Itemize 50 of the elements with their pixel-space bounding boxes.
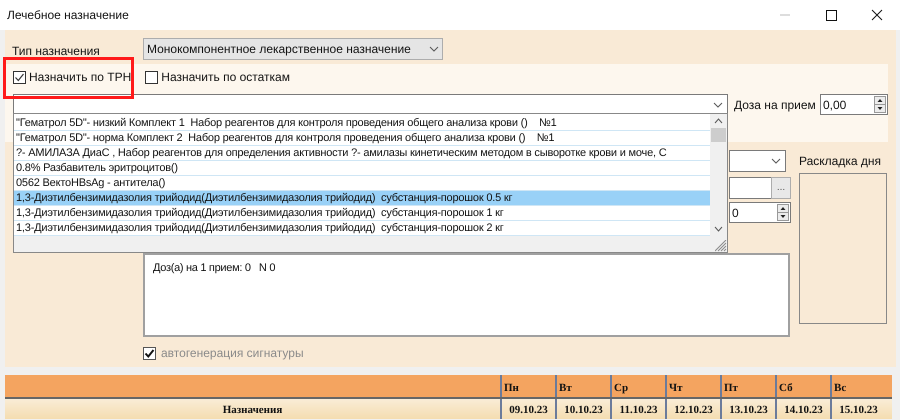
checkbox[interactable]	[145, 70, 158, 84]
chevron-down-icon	[713, 102, 723, 108]
chevron-down-icon	[429, 46, 439, 52]
signature-text: Доз(а) на 1 прием: 0 N 0	[153, 262, 276, 274]
day-header: Сб	[775, 375, 830, 397]
date-cell: 12.10.23	[665, 399, 720, 419]
resize-grip-icon[interactable]	[715, 240, 727, 252]
chevron-down-icon	[771, 158, 781, 164]
day-layout-label: Раскладка дня	[799, 153, 882, 170]
date-cell: 11.10.23	[610, 399, 665, 419]
browse-button[interactable]: ...	[771, 177, 791, 199]
window-title: Лечебное назначение	[7, 7, 129, 24]
row-label: Назначения	[222, 403, 284, 418]
list-item[interactable]: 0.8% Разбавитель эритроцитов()	[14, 161, 710, 176]
signature-textarea[interactable]: Доз(а) на 1 прием: 0 N 0	[143, 253, 790, 337]
date-cell: 09.10.23	[500, 399, 555, 419]
list-item[interactable]: 1,3-Диэтилбензимидазолия трийодид(Диэтилбензимидазолия трийодид) субстанция-порошок 0.5 кг	[14, 191, 710, 206]
scrollbar-thumb[interactable]	[711, 128, 726, 142]
autogen-label: автогенерация сигнатуры	[161, 345, 304, 362]
day-header: Пт	[720, 375, 775, 397]
day-header: Чт	[665, 375, 720, 397]
day-header: Ср	[610, 375, 665, 397]
list-item[interactable]: "Гематрол 5D"- низкий Комплект 1 Набор реагентов для контроля проведения общего анализа крови () №1	[14, 116, 710, 131]
type-combobox[interactable]: Монокомпонентное лекарственное назначение	[143, 38, 443, 60]
date-cell: 10.10.23	[555, 399, 610, 419]
date-cell: 15.10.23	[830, 399, 885, 419]
list-item[interactable]: ?- АМИЛАЗА ДиаС , Набор реагентов для определения активности ?- амилазы кинетическим методом в сыворотке крови и моче, С	[14, 146, 710, 161]
type-label: Тип назначения	[11, 43, 101, 60]
list-item[interactable]: 0562 ВектоHBsAg - антитела()	[14, 176, 710, 191]
check-icon	[144, 348, 155, 358]
dose-label: Доза на прием	[734, 96, 817, 114]
scrollbar[interactable]	[710, 114, 727, 236]
list-item[interactable]: 1,3-Диэтилбензимидазолия трийодид(Диэтилбензимидазолия трийодид) субстанция-порошок 1 кг	[14, 206, 710, 221]
day-header: Вс	[830, 375, 885, 397]
list-item[interactable]: 1,3-Диэтилбензимидазолия трийодид(Диэтилбензимидазолия трийодид) субстанция-порошок 2 кг	[14, 221, 710, 236]
day-header: Вт	[555, 375, 610, 397]
day-header: Пн	[500, 375, 555, 397]
combobox[interactable]	[729, 150, 786, 172]
date-cell: 14.10.23	[775, 399, 830, 419]
count-spinner[interactable]: 0	[729, 202, 791, 223]
check-icon	[14, 72, 25, 82]
checkbox[interactable]	[13, 70, 26, 84]
list-item[interactable]: "Гематрол 5D"- норма Комплект 2 Набор реагентов для контроля проведения общего анализа крови () №1	[14, 131, 710, 146]
spin-arrows-icon[interactable]	[874, 96, 886, 113]
dose-spinner[interactable]: 0,00	[820, 94, 888, 115]
text-field[interactable]	[729, 177, 771, 199]
date-cell: 13.10.23	[720, 399, 775, 419]
spin-arrows-icon[interactable]	[777, 204, 789, 221]
checkbox-label: Назначить по ТРН	[29, 69, 132, 86]
checkbox-label: Назначить по остаткам	[161, 69, 290, 86]
